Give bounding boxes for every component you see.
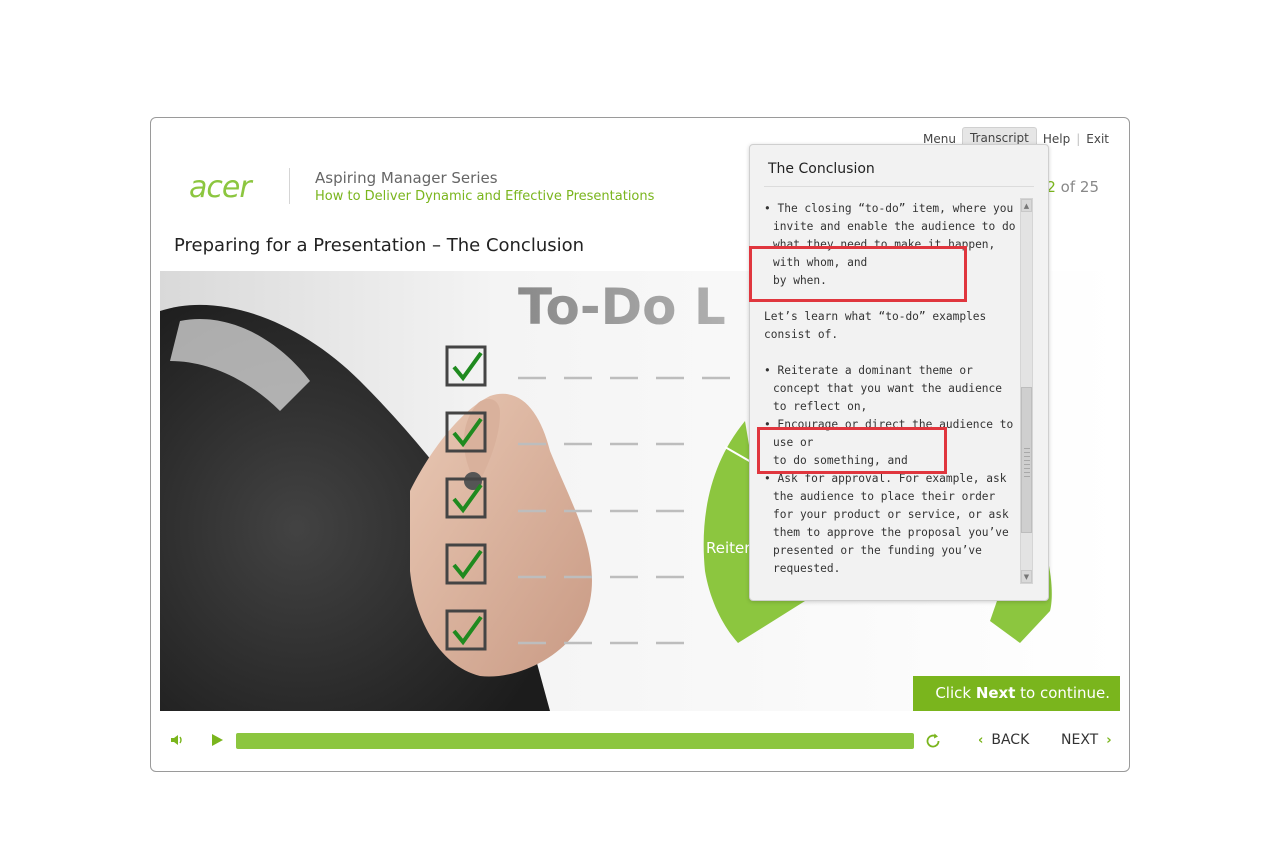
- continue-prompt: Click Next to continue.: [913, 676, 1120, 711]
- thumb-grip: [1024, 476, 1030, 477]
- course-title: How to Deliver Dynamic and Effective Pre…: [315, 189, 655, 204]
- replay-icon[interactable]: [924, 732, 942, 750]
- continue-prompt-suffix: to continue.: [1015, 684, 1110, 702]
- header-divider: [289, 168, 290, 204]
- play-icon[interactable]: [209, 732, 225, 748]
- next-label: NEXT: [1061, 732, 1099, 748]
- transcript-scrollbar[interactable]: ▲ ▼: [1020, 198, 1033, 584]
- transcript-line: • Ask for approval. For example, ask the…: [764, 472, 1009, 575]
- playback-controls: ‹ BACK NEXT ›: [151, 726, 1129, 756]
- progress-fill: [236, 733, 914, 749]
- transcript-title: The Conclusion: [768, 161, 875, 177]
- wheel-label: Reiter: [706, 539, 751, 557]
- todo-heading: To-Do L: [518, 278, 726, 336]
- thumb-grip: [1024, 468, 1030, 469]
- slide-title: Preparing for a Presentation – The Concl…: [174, 235, 585, 256]
- slide-counter-total: of 25: [1055, 178, 1099, 196]
- transcript-panel: The Conclusion • The closing “to-do” ite…: [749, 144, 1049, 601]
- transcript-line: Let’s learn what “to-do” examples consis…: [764, 310, 987, 341]
- next-button[interactable]: NEXT ›: [1061, 732, 1112, 748]
- chevron-right-icon: ›: [1106, 732, 1112, 748]
- transcript-spacer: [764, 578, 1016, 585]
- back-button[interactable]: ‹ BACK: [978, 732, 1029, 748]
- scroll-down-icon[interactable]: ▼: [1021, 570, 1032, 583]
- exit-link[interactable]: Exit: [1080, 130, 1115, 148]
- scroll-thumb[interactable]: [1021, 387, 1032, 533]
- thumb-grip: [1024, 464, 1030, 465]
- highlight-box: [757, 427, 947, 474]
- thumb-grip: [1024, 452, 1030, 453]
- back-label: BACK: [991, 732, 1030, 748]
- series-title: Aspiring Manager Series: [315, 169, 498, 187]
- acer-logo: acer: [189, 170, 252, 205]
- thumb-grip: [1024, 448, 1030, 449]
- scroll-up-icon[interactable]: ▲: [1021, 199, 1032, 212]
- continue-prompt-next: Next: [975, 684, 1016, 702]
- thumb-grip: [1024, 472, 1030, 473]
- thumb-grip: [1024, 456, 1030, 457]
- progress-bar[interactable]: [236, 733, 914, 749]
- continue-prompt-prefix: Click: [935, 684, 976, 702]
- transcript-divider: [764, 186, 1034, 187]
- volume-icon[interactable]: [169, 732, 185, 748]
- slide-counter: 2 of 25: [1046, 178, 1099, 196]
- transcript-line: • Reiterate a dominant theme or concept …: [764, 364, 1003, 413]
- highlight-box: [749, 246, 967, 302]
- chevron-left-icon: ‹: [978, 732, 984, 748]
- transcript-spacer: [764, 344, 1016, 362]
- thumb-grip: [1024, 460, 1030, 461]
